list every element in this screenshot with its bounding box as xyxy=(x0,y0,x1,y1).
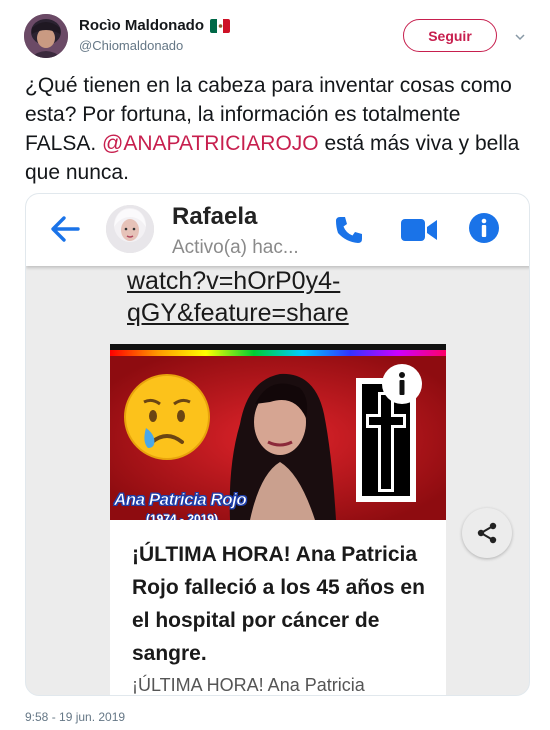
info-icon xyxy=(469,213,499,243)
arrow-left-icon xyxy=(51,216,80,242)
author-name[interactable]: Rocìo Maldonado xyxy=(79,17,204,34)
follow-button[interactable]: Seguir xyxy=(403,19,497,52)
share-icon xyxy=(477,522,497,544)
chevron-down-icon[interactable] xyxy=(513,30,527,44)
video-camera-icon xyxy=(401,219,437,241)
contact-name: Rafaela xyxy=(172,203,258,230)
info-badge-icon xyxy=(382,364,422,404)
news-thumbnail: Ana Patricia Rojo (1974 - 2019) xyxy=(110,344,446,520)
messenger-header: Rafaela Activo(a) hac... xyxy=(26,194,529,266)
news-headline-box: ¡ÚLTIMA HORA! Ana Patricia Rojo falleció… xyxy=(110,520,446,695)
contact-avatar xyxy=(106,205,154,253)
author-handle[interactable]: @Chiomaldonado xyxy=(79,38,183,53)
image-subcaption: (1974 - 2019) xyxy=(146,512,219,520)
share-button xyxy=(462,508,512,558)
contact-status: Activo(a) hac... xyxy=(172,237,299,258)
news-headline: ¡ÚLTIMA HORA! Ana Patricia Rojo falleció… xyxy=(132,543,425,665)
link-line: qGY&feature=share xyxy=(127,299,349,327)
tweet-media-image[interactable]: Rafaela Activo(a) hac... watch?v=hOrP0y4… xyxy=(25,193,530,696)
news-subheadline: ¡ÚLTIMA HORA! Ana Patricia xyxy=(132,675,365,695)
author-name-row: Rocìo Maldonado xyxy=(79,17,230,34)
mention-link[interactable]: @ANAPATRICIAROJO xyxy=(102,132,319,155)
phone-icon xyxy=(336,217,362,243)
mexico-flag-icon xyxy=(210,18,230,33)
link-line: watch?v=hOrP0y4- xyxy=(127,267,341,295)
crying-face-emoji xyxy=(124,374,210,460)
image-caption: Ana Patricia Rojo xyxy=(114,490,247,510)
author-avatar[interactable] xyxy=(24,14,68,58)
tweet-text: ¿Qué tienen en la cabeza para inventar c… xyxy=(25,71,530,187)
tweet-timestamp[interactable]: 9:58 - 19 jun. 2019 xyxy=(25,710,125,724)
